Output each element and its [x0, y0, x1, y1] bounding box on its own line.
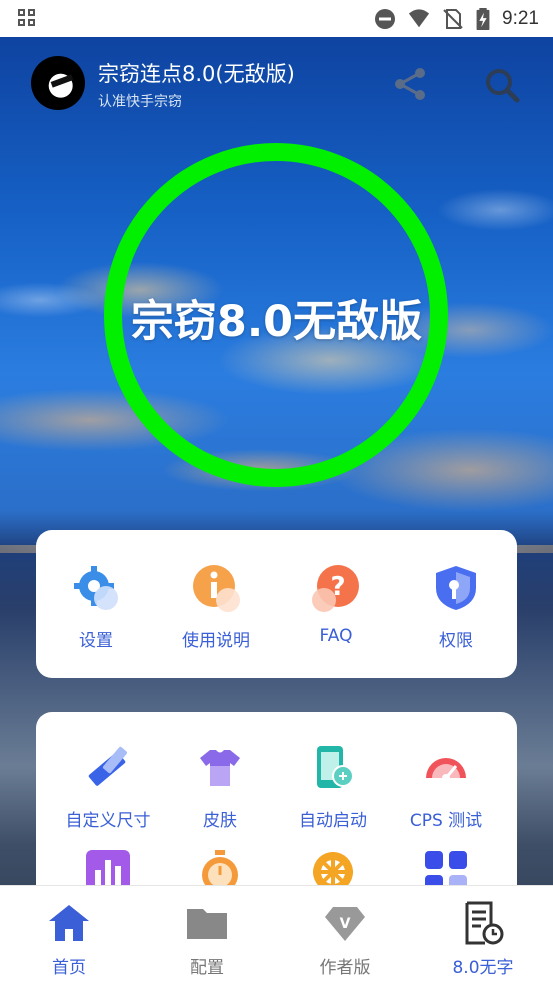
- tab-author[interactable]: V 作者版: [276, 886, 414, 983]
- auto-start-button[interactable]: 自动启动: [273, 744, 393, 831]
- quick-menu-card: 设置 使用说明 ? FAQ 权限: [36, 530, 517, 678]
- shield-key-icon: [436, 566, 476, 610]
- tab-wordless-label: 8.0无字: [452, 958, 514, 978]
- battery-charging-icon: [476, 7, 490, 30]
- app-header: 宗窃连点8.0(无敌版) 认准快手宗窃: [0, 37, 553, 132]
- avatar[interactable]: [31, 56, 85, 110]
- phone-link-icon: [317, 746, 354, 788]
- no-sim-icon: [443, 8, 463, 29]
- bottom-navigation: 首页 配置 V 作者版 8.0无字: [0, 885, 553, 983]
- clock-time: 9:21: [502, 7, 539, 29]
- app-subtitle: 认准快手宗窃: [98, 94, 182, 110]
- faq-button[interactable]: ? FAQ: [276, 564, 396, 646]
- tab-config[interactable]: 配置: [138, 886, 276, 983]
- wifi-icon: [408, 8, 430, 27]
- question-icon: ?: [312, 565, 359, 612]
- document-clock-icon: [465, 901, 504, 945]
- tshirt-icon: [200, 750, 240, 786]
- gear-icon: [74, 566, 118, 610]
- guide-label: 使用说明: [182, 631, 250, 651]
- custom-size-button[interactable]: 自定义尺寸: [48, 744, 168, 831]
- tab-wordless[interactable]: 8.0无字: [414, 886, 552, 983]
- folder-icon: [187, 909, 227, 939]
- notification-grid-icon: [18, 9, 36, 27]
- permissions-button[interactable]: 权限: [396, 564, 516, 651]
- permissions-label: 权限: [439, 631, 473, 651]
- tab-home[interactable]: 首页: [0, 886, 138, 983]
- skin-label: 皮肤: [203, 811, 237, 831]
- faq-label: FAQ: [319, 626, 353, 646]
- info-icon: [193, 565, 240, 612]
- diamond-v-icon: V: [325, 907, 365, 941]
- settings-button[interactable]: 设置: [36, 564, 156, 651]
- status-bar: 9:21: [0, 0, 553, 37]
- tab-author-label: 作者版: [319, 958, 371, 978]
- custom-size-label: 自定义尺寸: [65, 811, 151, 831]
- svg-text:V: V: [340, 916, 351, 932]
- do-not-disturb-icon: [375, 8, 396, 29]
- tab-config-label: 配置: [190, 958, 224, 978]
- speedometer-icon: [426, 758, 466, 782]
- search-icon[interactable]: [482, 65, 522, 105]
- auto-start-label: 自动启动: [299, 811, 367, 831]
- tools-menu-card: 自定义尺寸 皮肤 自动启动 CPS 测试: [36, 712, 517, 912]
- guide-button[interactable]: 使用说明: [156, 564, 276, 651]
- share-icon[interactable]: [391, 65, 429, 103]
- cps-test-button[interactable]: CPS 测试: [386, 744, 506, 831]
- app-title: 宗窃连点8.0(无敌版): [98, 62, 295, 86]
- home-icon: [49, 905, 89, 941]
- ruler-pencil-icon: [88, 746, 128, 786]
- settings-label: 设置: [79, 631, 113, 651]
- skin-button[interactable]: 皮肤: [160, 744, 280, 831]
- tab-home-label: 首页: [52, 958, 86, 978]
- ring-label: 宗窃8.0无敌版: [130, 297, 423, 347]
- cps-test-label: CPS 测试: [409, 811, 483, 831]
